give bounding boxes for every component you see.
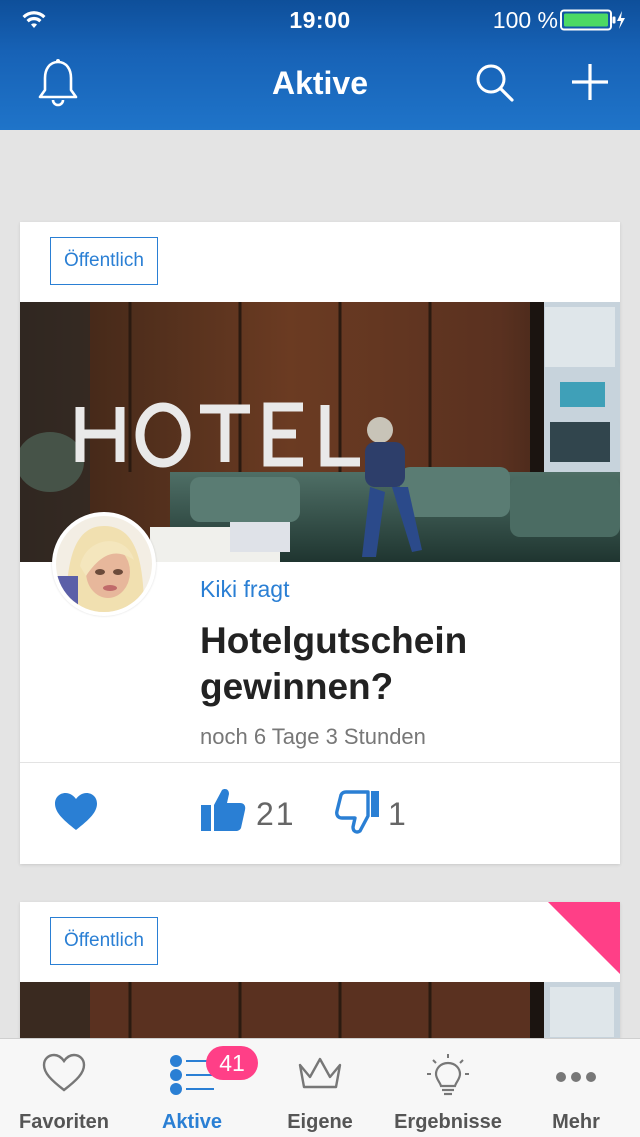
- active-count-badge: 41: [206, 1046, 258, 1080]
- lightbulb-icon: [427, 1054, 469, 1096]
- dislike-count: 1: [388, 796, 406, 832]
- tab-label: Eigene: [287, 1111, 353, 1133]
- avatar[interactable]: [52, 512, 156, 616]
- question-title[interactable]: Hotelgutschein gewinnen?: [200, 618, 600, 710]
- deadline-text: noch 6 Tage 3 Stunden: [200, 724, 426, 749]
- more-dots-icon: [556, 1072, 596, 1082]
- heart-outline-icon: [42, 1053, 86, 1092]
- favorite-heart-icon[interactable]: [54, 792, 98, 832]
- battery-percent: 100 %: [492, 7, 558, 33]
- poll-card[interactable]: Öffentlich: [20, 902, 620, 1038]
- tab-bar: Favoriten Aktive 41 Eigene Ergebnisse Me…: [0, 1038, 640, 1137]
- tab-label: Favoriten: [18, 1111, 110, 1133]
- new-corner-marker: [548, 902, 620, 974]
- divider: [20, 762, 620, 763]
- page-title: Aktive: [271, 65, 369, 101]
- tab-label: Ergebnisse: [394, 1111, 502, 1133]
- thumbs-down-icon[interactable]: [334, 790, 380, 834]
- crown-icon: [298, 1057, 342, 1089]
- tab-label: Mehr: [552, 1111, 600, 1133]
- poll-card[interactable]: Öffentlich: [20, 222, 620, 864]
- tab-ergebnisse[interactable]: Ergebnisse: [384, 1039, 512, 1137]
- author-label[interactable]: Kiki fragt: [200, 576, 289, 603]
- avatar-photo: [56, 516, 152, 612]
- hotel-photo[interactable]: [20, 982, 620, 1038]
- tab-mehr[interactable]: Mehr: [512, 1039, 640, 1137]
- battery-icon: [560, 9, 625, 31]
- feed[interactable]: Öffentlich Kiki fragt Hotelgutschein gew…: [0, 130, 640, 1038]
- add-icon[interactable]: [570, 62, 610, 102]
- header: 19:00 100 % Aktive: [0, 0, 640, 130]
- visibility-badge: Öffentlich: [50, 237, 158, 285]
- status-bar: 19:00 100 %: [0, 0, 640, 40]
- like-count: 21: [256, 796, 296, 832]
- thumbs-up-icon[interactable]: [200, 788, 246, 832]
- visibility-badge: Öffentlich: [50, 917, 158, 965]
- tab-label: Aktive: [161, 1111, 223, 1133]
- search-icon[interactable]: [474, 62, 516, 104]
- tab-eigene[interactable]: Eigene: [256, 1039, 384, 1137]
- tab-favoriten[interactable]: Favoriten: [0, 1039, 128, 1137]
